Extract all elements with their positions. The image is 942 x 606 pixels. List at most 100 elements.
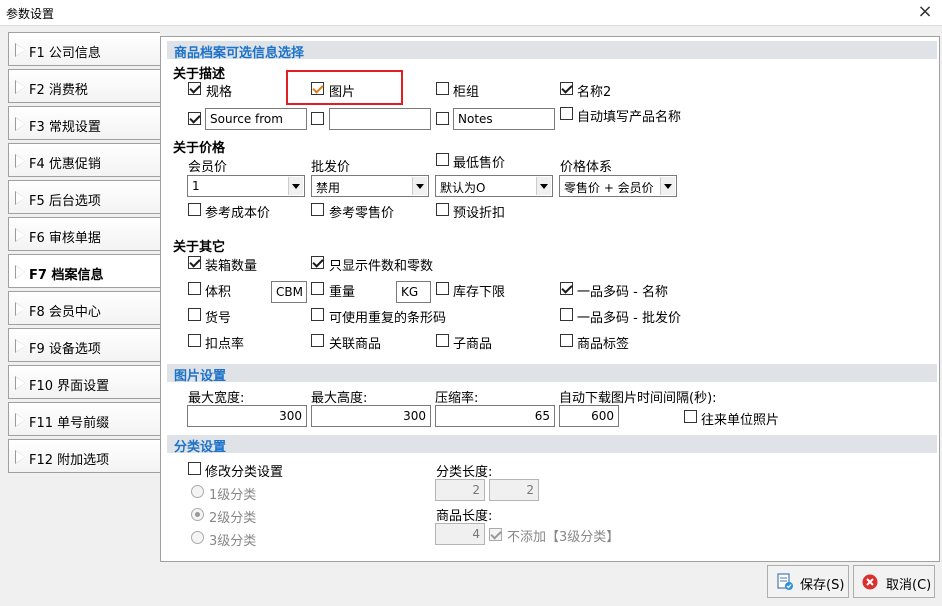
price-system-label: 价格体系 (560, 160, 613, 175)
member-price-select[interactable]: 1 (187, 175, 305, 197)
level3-label: 3级分类 (209, 534, 257, 549)
stock-floor-checkbox[interactable] (436, 282, 449, 295)
min-price-select[interactable]: 默认为O (435, 175, 553, 197)
close-icon[interactable]: × (914, 1, 936, 23)
related-goods-label: 关联商品 (329, 337, 382, 352)
nav-item-member-center[interactable]: F8 会员中心 (8, 291, 160, 325)
ref-retail-checkbox[interactable] (311, 203, 324, 216)
sub-goods-label: 子商品 (453, 337, 493, 352)
volume-checkbox[interactable] (188, 282, 201, 295)
chevron-down-icon (660, 177, 675, 195)
show-pieces-checkbox[interactable] (311, 256, 324, 269)
auto-interval-label: 自动下载图片时间间隔(秒): (559, 391, 717, 406)
volume-label: 体积 (205, 285, 232, 300)
goods-length-input[interactable]: 4 (435, 523, 485, 545)
highlight-box (286, 70, 403, 105)
name2-label: 名称2 (577, 85, 612, 100)
save-button[interactable]: 保存(S) (767, 565, 849, 598)
wholesale-price-label: 批发价 (311, 160, 351, 175)
nav-item-backend[interactable]: F5 后台选项 (8, 180, 160, 214)
box-qty-label: 装箱数量 (205, 259, 258, 274)
max-width-input[interactable]: 300 (187, 405, 307, 427)
deduct-rate-checkbox[interactable] (188, 334, 201, 347)
section-title-category: 分类设置 (174, 440, 227, 455)
level1-label: 1级分类 (209, 488, 257, 503)
level1-radio[interactable] (191, 485, 204, 498)
category-length-1-input[interactable]: 2 (435, 479, 485, 501)
auto-interval-input[interactable]: 600 (559, 405, 619, 427)
stock-floor-label: 库存下限 (453, 285, 506, 300)
max-height-label: 最大高度: (311, 391, 368, 406)
goods-tag-checkbox[interactable] (560, 334, 573, 347)
max-height-input[interactable]: 300 (311, 405, 431, 427)
multi-code-name-checkbox[interactable] (560, 282, 573, 295)
nav-item-company-info[interactable]: F1 公司信息 (8, 32, 160, 66)
modify-category-label: 修改分类设置 (205, 465, 284, 480)
nav-item-promotions[interactable]: F4 优惠促销 (8, 143, 160, 177)
level3-radio[interactable] (191, 531, 204, 544)
source-from-checkbox[interactable] (188, 112, 201, 125)
shelf-no-checkbox[interactable] (188, 308, 201, 321)
box-qty-checkbox[interactable] (188, 256, 201, 269)
nav-item-audit[interactable]: F6 审核单据 (8, 217, 160, 251)
notes-field[interactable]: Notes (453, 108, 555, 130)
other-title: 关于其它 (173, 240, 226, 255)
preset-discount-checkbox[interactable] (436, 203, 449, 216)
nav-item-interface[interactable]: F10 界面设置 (8, 365, 160, 399)
no-add-checkbox[interactable] (489, 528, 502, 541)
ref-cost-label: 参考成本价 (205, 206, 271, 221)
name2-checkbox[interactable] (560, 82, 573, 95)
nav-item-prefix[interactable]: F11 单号前缀 (8, 402, 160, 436)
wholesale-price-select[interactable]: 禁用 (311, 175, 429, 197)
modify-category-checkbox[interactable] (188, 462, 201, 475)
section-header-bar (167, 435, 937, 453)
nav-item-archive-info[interactable]: F7 档案信息 (8, 254, 161, 288)
partner-photo-checkbox[interactable] (684, 410, 697, 423)
cabinet-label: 柜组 (453, 85, 480, 100)
multi-code-wholesale-checkbox[interactable] (560, 308, 573, 321)
sub-goods-checkbox[interactable] (436, 334, 449, 347)
volume-unit-field[interactable]: CBM (271, 281, 307, 303)
deduct-rate-label: 扣点率 (205, 337, 245, 352)
goods-tag-label: 商品标签 (577, 337, 630, 352)
preset-discount-label: 预设折扣 (453, 206, 506, 221)
weight-unit-field[interactable]: KG (396, 281, 431, 303)
member-price-label: 会员价 (188, 160, 228, 175)
min-price-checkbox[interactable] (436, 153, 449, 166)
section-title-optional-info: 商品档案可选信息选择 (174, 46, 305, 61)
nav-item-consumption-tax[interactable]: F2 消费税 (8, 69, 160, 103)
dup-barcode-label: 可使用重复的条形码 (329, 311, 447, 326)
category-length-label: 分类长度: (436, 465, 493, 480)
dup-barcode-checkbox[interactable] (311, 308, 324, 321)
chevron-down-icon (288, 177, 303, 195)
window-title: 参数设置 (6, 7, 55, 21)
compression-label: 压缩率: (435, 391, 479, 406)
source-from-field[interactable]: Source from (205, 108, 307, 130)
price-system-select[interactable]: 零售价 + 会员价 (559, 175, 677, 197)
cancel-button[interactable]: 取消(C) (853, 565, 935, 598)
nav-item-general[interactable]: F3 常规设置 (8, 106, 160, 140)
compression-input[interactable]: 65 (435, 405, 555, 427)
autofill-name-checkbox[interactable] (560, 107, 573, 120)
blank-field[interactable] (329, 108, 431, 130)
partner-photo-label: 往来单位照片 (701, 413, 780, 428)
max-width-label: 最大宽度: (188, 391, 245, 406)
ref-cost-checkbox[interactable] (188, 203, 201, 216)
category-length-2-input[interactable]: 2 (489, 479, 539, 501)
nav-item-devices[interactable]: F9 设备选项 (8, 328, 160, 362)
weight-checkbox[interactable] (311, 282, 324, 295)
notes-checkbox[interactable] (436, 112, 449, 125)
cancel-icon (862, 574, 878, 590)
level2-radio[interactable] (191, 508, 204, 521)
cabinet-checkbox[interactable] (436, 82, 449, 95)
title-bar (0, 0, 942, 26)
goods-length-label: 商品长度: (436, 509, 493, 524)
weight-label: 重量 (329, 285, 356, 300)
blank-field-checkbox[interactable] (311, 112, 324, 125)
spec-checkbox[interactable] (188, 82, 201, 95)
price-title: 关于价格 (173, 141, 226, 156)
nav-item-extra[interactable]: F12 附加选项 (8, 439, 160, 473)
related-goods-checkbox[interactable] (311, 334, 324, 347)
sidebar: F1 公司信息 F2 消费税 F3 常规设置 F4 优惠促销 F5 后台选项 F… (0, 28, 161, 606)
multi-code-name-label: 一品多码 - 名称 (577, 285, 668, 300)
